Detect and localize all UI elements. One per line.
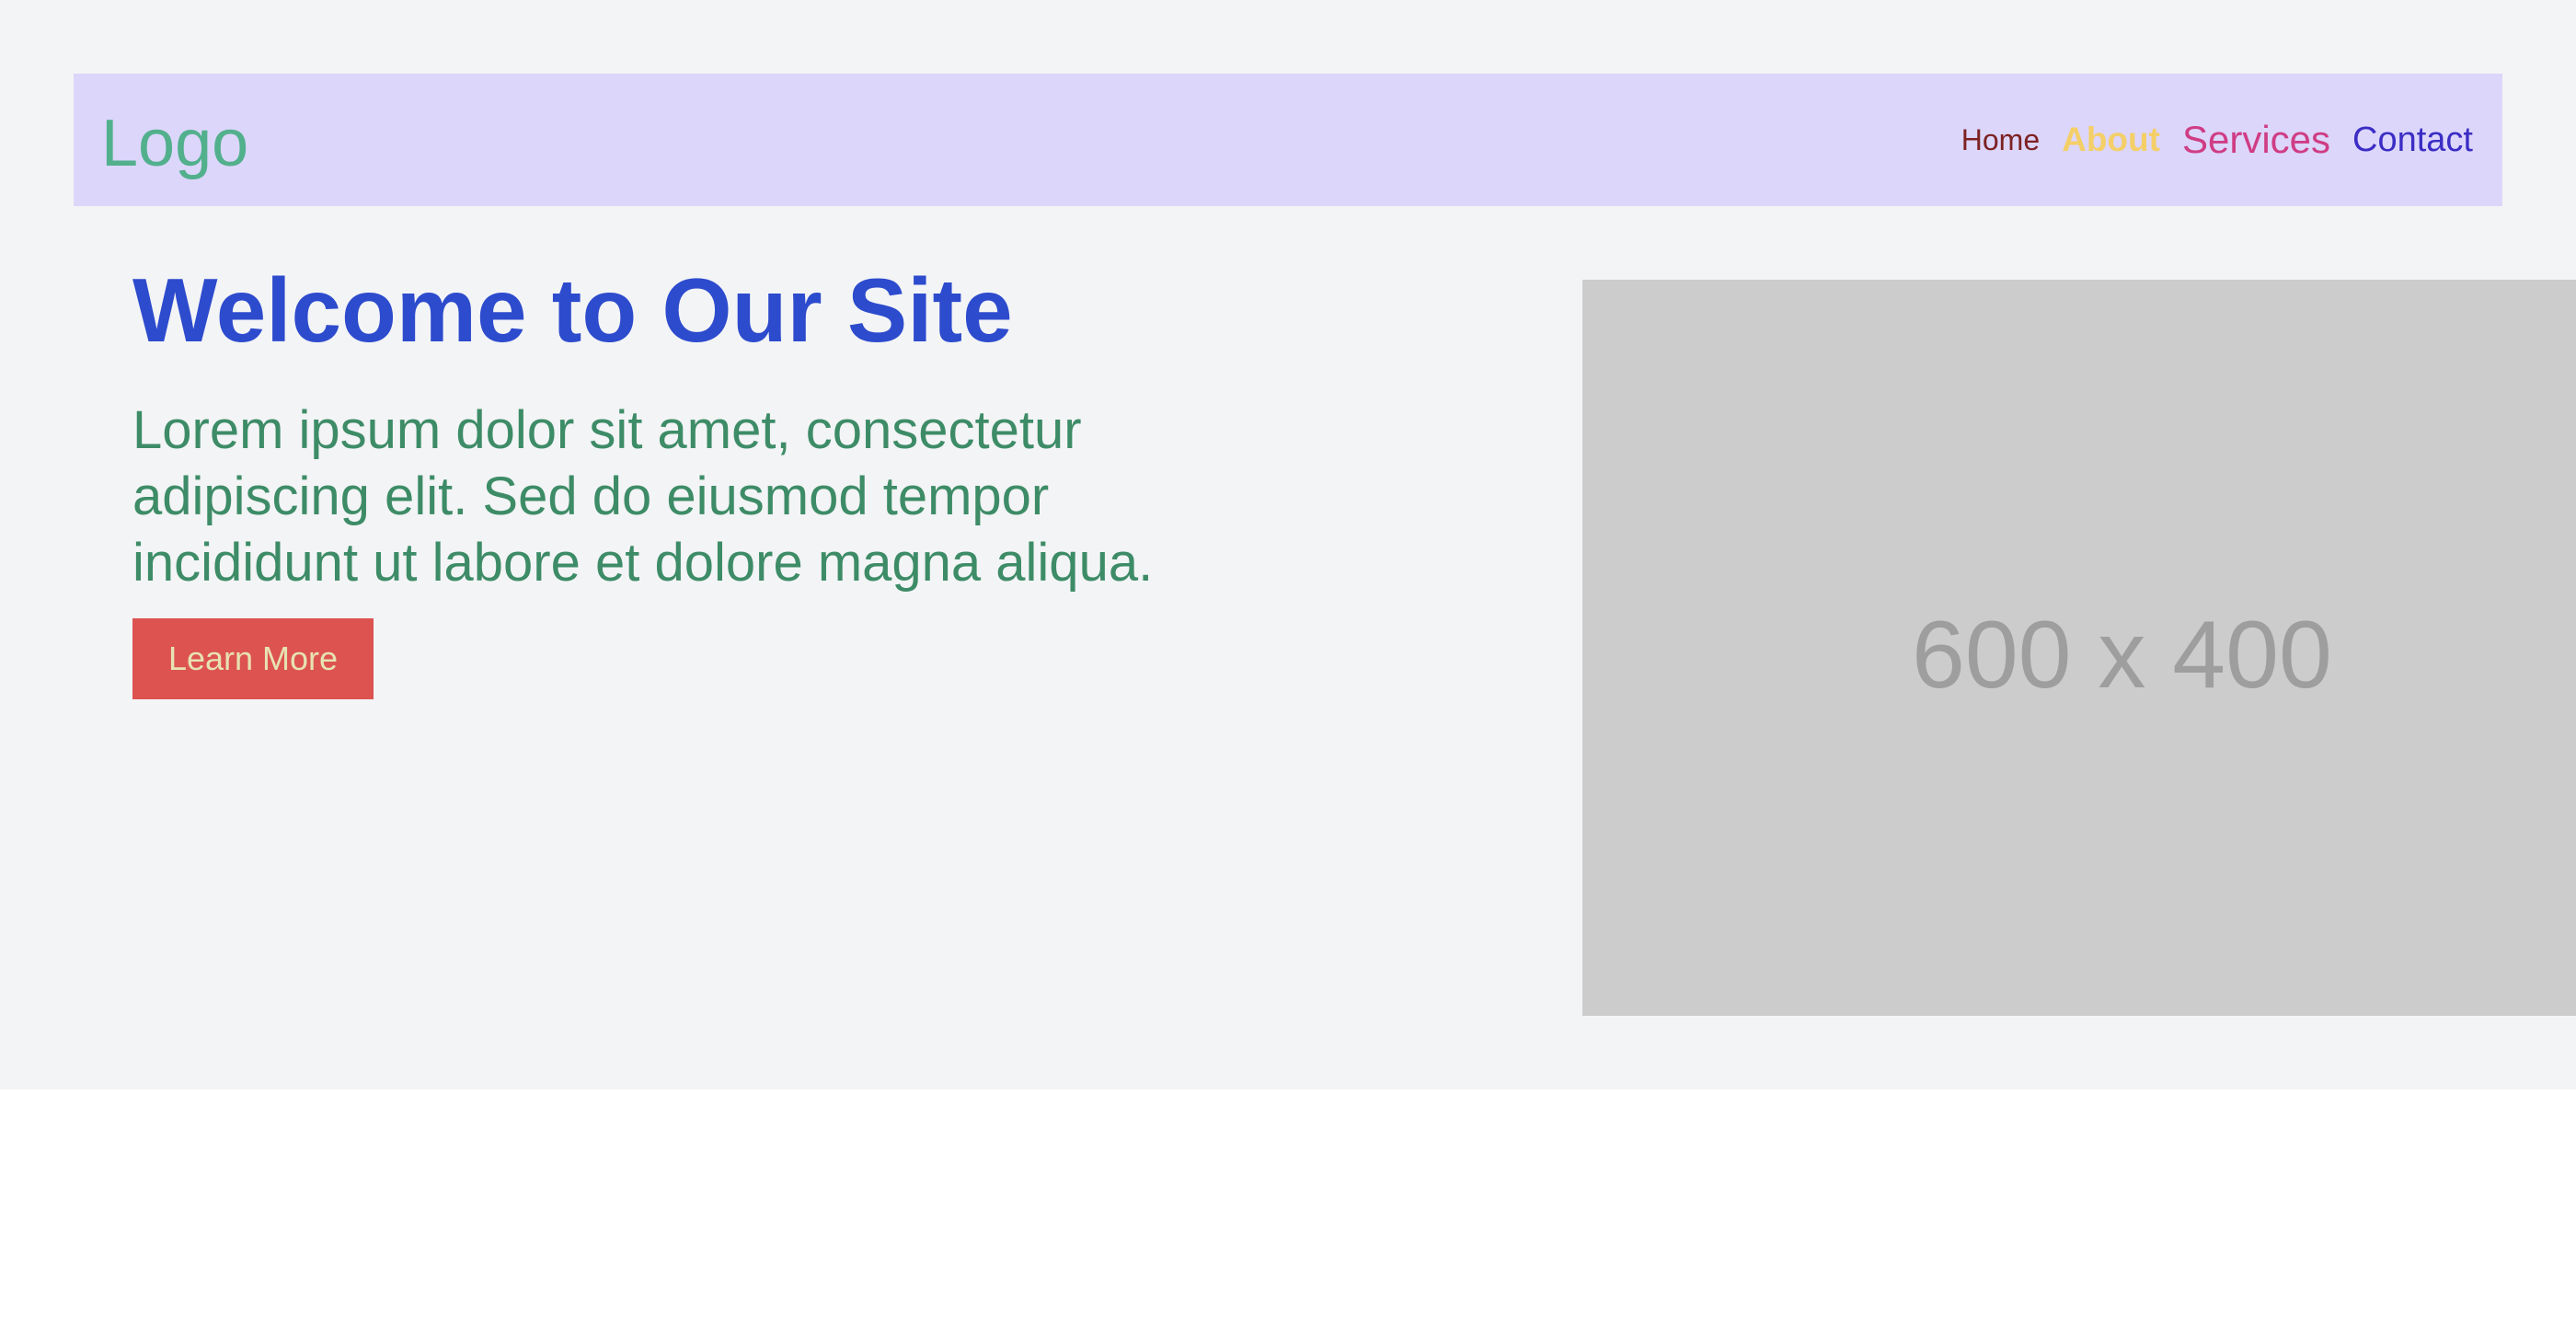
- navbar: Logo Home About Services Contact: [74, 74, 2502, 206]
- nav-link-about[interactable]: About: [2062, 121, 2160, 159]
- placeholder-dimensions-label: 600 x 400: [1912, 602, 2332, 709]
- hero-image-placeholder: 600 x 400: [1582, 280, 2576, 1016]
- hero-description: Lorem ipsum dolor sit amet, consectetur …: [132, 400, 1154, 593]
- nav-link-services[interactable]: Services: [2182, 118, 2330, 162]
- nav-link-home[interactable]: Home: [1961, 123, 2040, 157]
- hero-section: Logo Home About Services Contact Welcome…: [0, 0, 2576, 1089]
- learn-more-button[interactable]: Learn More: [132, 618, 374, 699]
- nav-links: Home About Services Contact: [1961, 74, 2473, 206]
- nav-link-contact[interactable]: Contact: [2352, 121, 2473, 160]
- hero-title: Welcome to Our Site: [132, 259, 1013, 361]
- logo[interactable]: Logo: [101, 107, 248, 180]
